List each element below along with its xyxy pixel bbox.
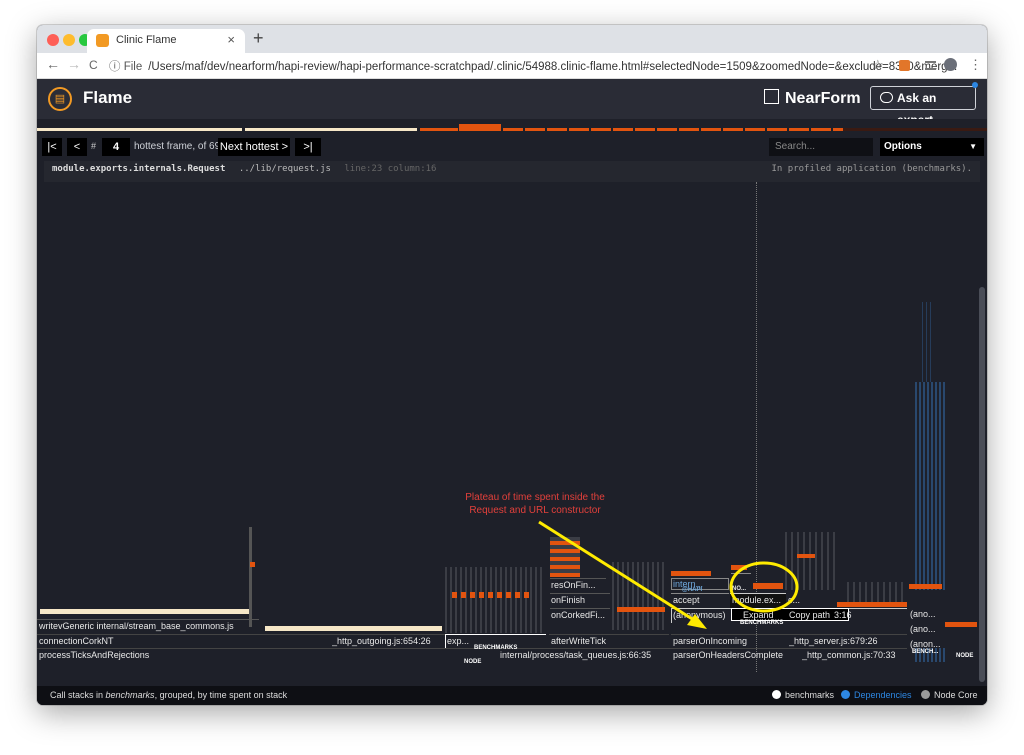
tab-favicon-icon xyxy=(96,34,109,47)
flame-minimap[interactable] xyxy=(37,119,987,133)
chevron-down-icon: ▼ xyxy=(969,142,977,151)
tab-title: Clinic Flame xyxy=(116,34,177,46)
app-title: Flame xyxy=(83,88,133,107)
bookmark-star-icon[interactable]: ☆ xyxy=(872,57,884,73)
minimize-window-dot[interactable] xyxy=(63,34,75,46)
flame-logo-icon: ▤ xyxy=(48,87,72,111)
legend-label: Node Core xyxy=(934,690,978,700)
minimap-segment xyxy=(420,128,458,131)
address-url: /Users/maf/dev/nearform/hapi-review/hapi… xyxy=(148,61,958,73)
profile-avatar-icon[interactable] xyxy=(944,58,957,71)
annotation-arrow xyxy=(538,520,698,624)
footer-desc-suffix: , grouped, by time spent on stack xyxy=(154,690,288,700)
clinic-flame-app: ▤ Flame NearForm Ask an expert |< < # 4 … xyxy=(37,79,987,705)
previous-frame-button[interactable]: < xyxy=(67,138,87,156)
reload-icon[interactable]: C xyxy=(89,58,98,72)
legend-label: benchmarks xyxy=(785,690,835,700)
nearform-brand-label: NearForm xyxy=(785,90,861,107)
ask-expert-button[interactable]: Ask an expert xyxy=(870,86,976,127)
function-name: module.exports.internals.Request xyxy=(52,164,226,174)
extension-fox-icon[interactable] xyxy=(899,60,910,71)
flame-graph[interactable]: processTicksAndRejections internal/proce… xyxy=(37,182,987,686)
navigation-controls: |< < # 4 hottest frame, of 693 Next hott… xyxy=(37,137,987,161)
forward-icon[interactable]: → xyxy=(67,56,81,72)
new-tab-button[interactable]: + xyxy=(253,28,264,49)
legend-label: Dependencies xyxy=(854,690,912,700)
minimap-selection[interactable] xyxy=(459,124,501,131)
reading-list-icon[interactable] xyxy=(925,61,936,70)
nearform-logo-icon xyxy=(764,89,779,104)
legend-dot xyxy=(921,690,930,699)
minimap-segment xyxy=(503,128,843,131)
annotation-overlay xyxy=(538,520,799,629)
first-frame-button[interactable]: |< xyxy=(42,138,62,156)
last-frame-button[interactable]: >| xyxy=(295,138,321,156)
browser-toolbar: ← → C ⓘ File/Users/maf/dev/nearform/hapi… xyxy=(37,53,987,79)
notification-dot xyxy=(972,82,978,88)
hottest-frame-text: hottest frame, of 693 xyxy=(134,141,226,152)
options-dropdown[interactable]: Options ▼ xyxy=(880,138,984,156)
app-header: ▤ Flame NearForm Ask an expert xyxy=(37,79,987,127)
legend-dependencies[interactable]: Dependencies xyxy=(841,686,912,705)
selected-frame-info: module.exports.internals.Request ../lib/… xyxy=(44,161,980,182)
tab-close-icon[interactable]: × xyxy=(227,32,235,47)
minimap-segment xyxy=(37,128,242,131)
footer-bar: Call stacks in benchmarks, grouped, by t… xyxy=(37,686,987,705)
legend-dot xyxy=(772,690,781,699)
legend-dot xyxy=(841,690,850,699)
footer-desc-em: benchmarks xyxy=(105,690,155,700)
next-hottest-button[interactable]: Next hottest > xyxy=(218,138,290,156)
legend-node-core[interactable]: Node Core xyxy=(921,686,978,705)
function-file: ../lib/request.js xyxy=(238,164,331,174)
nearform-brand[interactable]: NearForm xyxy=(764,89,861,108)
browser-menu-icon[interactable]: ⋮ xyxy=(969,57,982,73)
address-bar[interactable]: ⓘ File/Users/maf/dev/nearform/hapi-revie… xyxy=(109,58,957,74)
function-position: line:23 column:16 xyxy=(344,164,437,174)
frame-number-input[interactable]: 4 xyxy=(102,138,130,156)
options-label: Options xyxy=(884,141,922,152)
browser-tab[interactable]: Clinic Flame × xyxy=(87,29,245,53)
close-window-dot[interactable] xyxy=(47,34,59,46)
chat-bubble-icon xyxy=(880,92,893,103)
vertical-scrollbar[interactable] xyxy=(979,287,985,682)
minimap-segment xyxy=(245,128,417,131)
function-context: In profiled application (benchmarks). xyxy=(771,164,972,174)
browser-window: Clinic Flame × + ← → C ⓘ File/Users/maf/… xyxy=(37,25,987,705)
legend-benchmarks[interactable]: benchmarks xyxy=(772,686,834,705)
footer-desc-prefix: Call stacks in xyxy=(50,690,106,700)
search-input[interactable]: Search... xyxy=(769,138,873,156)
minimap-segment xyxy=(843,128,987,131)
address-scheme: ⓘ File xyxy=(109,61,143,73)
tab-strip: Clinic Flame × + xyxy=(37,25,987,53)
footer-description: Call stacks in benchmarks, grouped, by t… xyxy=(50,686,287,705)
back-icon[interactable]: ← xyxy=(46,56,60,72)
highlight-circle xyxy=(729,561,799,613)
hash-symbol: # xyxy=(91,141,97,151)
